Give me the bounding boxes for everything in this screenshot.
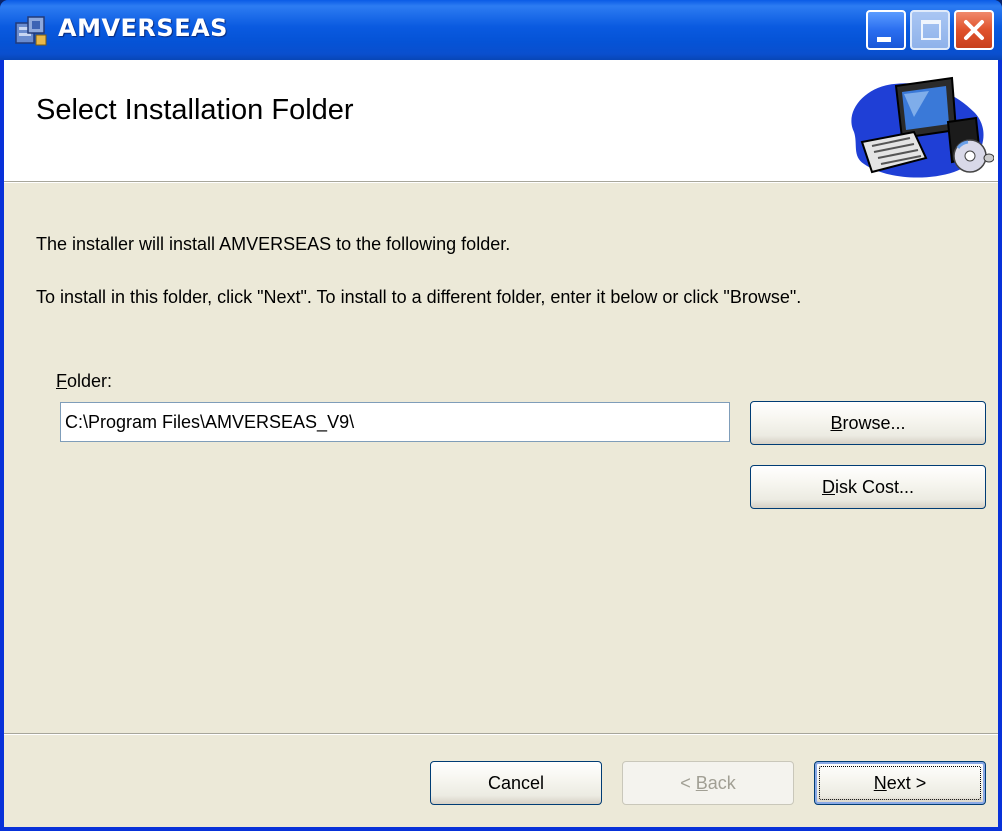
instructions-text: To install in this folder, click "Next".… (36, 287, 802, 307)
folder-label-accel: F (56, 371, 67, 391)
folder-label: Folder: (56, 371, 112, 392)
back-label-rest: ack (707, 773, 736, 793)
computer-cd-icon (851, 76, 994, 178)
back-prefix: < (680, 773, 696, 793)
maximize-button (910, 10, 950, 50)
next-button[interactable]: Next > (814, 761, 986, 805)
disk-cost-label-rest: isk Cost... (834, 477, 914, 497)
folder-path-input[interactable] (60, 402, 730, 442)
footer-divider (4, 733, 998, 735)
browse-accel: B (830, 413, 843, 433)
installer-app-icon (15, 16, 47, 46)
browse-label-rest: rowse... (842, 413, 906, 433)
back-button: < Back (622, 761, 794, 805)
minimize-icon (877, 37, 891, 42)
minimize-button[interactable] (866, 10, 906, 50)
browse-button[interactable]: Browse... (750, 401, 986, 445)
intro-text: The installer will install AMVERSEAS to … (36, 234, 511, 254)
header-banner: Select Installation Folder (4, 60, 998, 181)
window-border-right (998, 60, 1002, 831)
back-accel: B (695, 773, 708, 793)
disk-cost-accel: D (821, 477, 835, 497)
close-icon (964, 20, 984, 40)
installer-window: AMVERSEAS Select Installation Folder The… (0, 0, 1002, 831)
disk-cost-button[interactable]: Disk Cost... (750, 465, 986, 509)
window-border-bottom (0, 827, 1002, 831)
title-bar[interactable]: AMVERSEAS (0, 0, 1002, 60)
dialog-client-area: Select Installation Folder The installer… (4, 60, 998, 827)
window-border-left (0, 60, 4, 831)
folder-label-rest: older: (67, 371, 113, 391)
page-title: Select Installation Folder (36, 94, 354, 126)
banner-divider (4, 181, 998, 183)
focus-rectangle (819, 766, 981, 800)
cancel-button[interactable]: Cancel (430, 761, 602, 805)
window-title: AMVERSEAS (58, 14, 228, 42)
maximize-icon (921, 20, 941, 40)
close-button[interactable] (954, 10, 994, 50)
